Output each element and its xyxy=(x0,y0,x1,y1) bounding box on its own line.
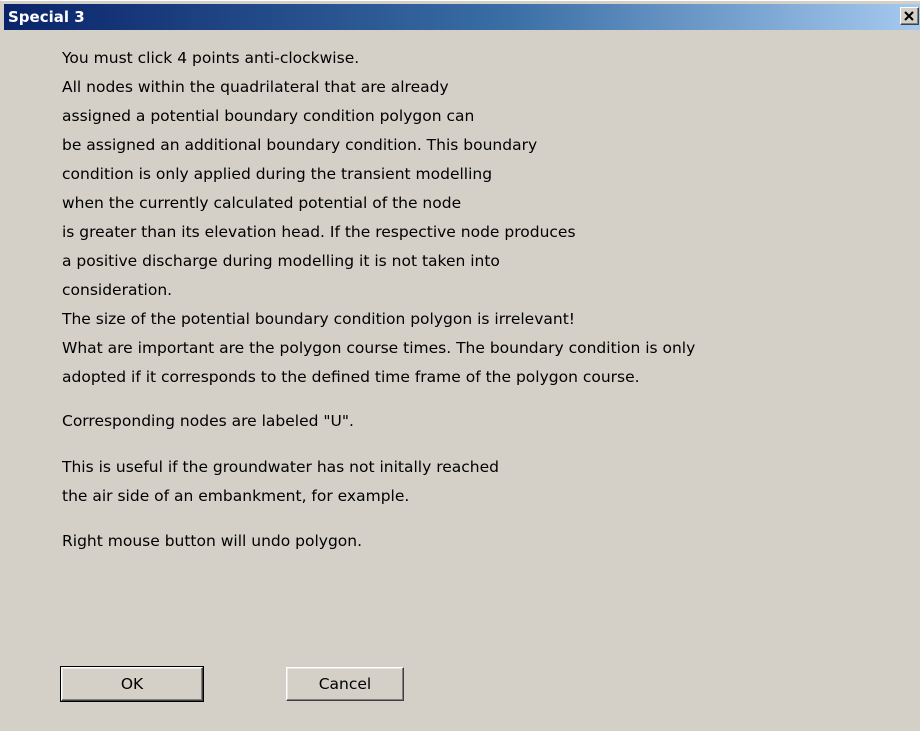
message-line-11: What are important are the polygon cours… xyxy=(62,339,696,357)
message-line-6: when the currently calculated potential … xyxy=(62,194,462,212)
title-bar[interactable]: Special 3 xyxy=(4,4,920,30)
message-line-12: adopted if it corresponds to the defined… xyxy=(62,368,640,386)
message-line-14: This is useful if the groundwater has no… xyxy=(62,458,499,476)
message-line-5: condition is only applied during the tra… xyxy=(62,165,493,183)
ok-button[interactable]: OK xyxy=(60,666,204,702)
message-line-16: Right mouse button will undo polygon. xyxy=(62,532,363,550)
message-line-15: the air side of an embankment, for examp… xyxy=(62,487,410,505)
close-button[interactable] xyxy=(900,7,919,25)
message-line-2: All nodes within the quadrilateral that … xyxy=(62,78,449,96)
message-line-3: assigned a potential boundary condition … xyxy=(62,107,475,125)
window-title: Special 3 xyxy=(8,8,85,26)
message-line-7: is greater than its elevation head. If t… xyxy=(62,223,576,241)
message-line-8: a positive discharge during modelling it… xyxy=(62,252,500,270)
close-x-icon xyxy=(904,11,914,21)
cancel-button[interactable]: Cancel xyxy=(286,667,404,701)
message-line-10: The size of the potential boundary condi… xyxy=(62,310,575,328)
message-line-1: You must click 4 points anti-clockwise. xyxy=(62,49,360,67)
special-3-dialog: Special 3 You must click 4 points anti-c… xyxy=(0,0,920,731)
message-line-4: be assigned an additional boundary condi… xyxy=(62,136,538,154)
message-line-13: Corresponding nodes are labeled "U". xyxy=(62,412,354,430)
message-line-9: consideration. xyxy=(62,281,173,299)
